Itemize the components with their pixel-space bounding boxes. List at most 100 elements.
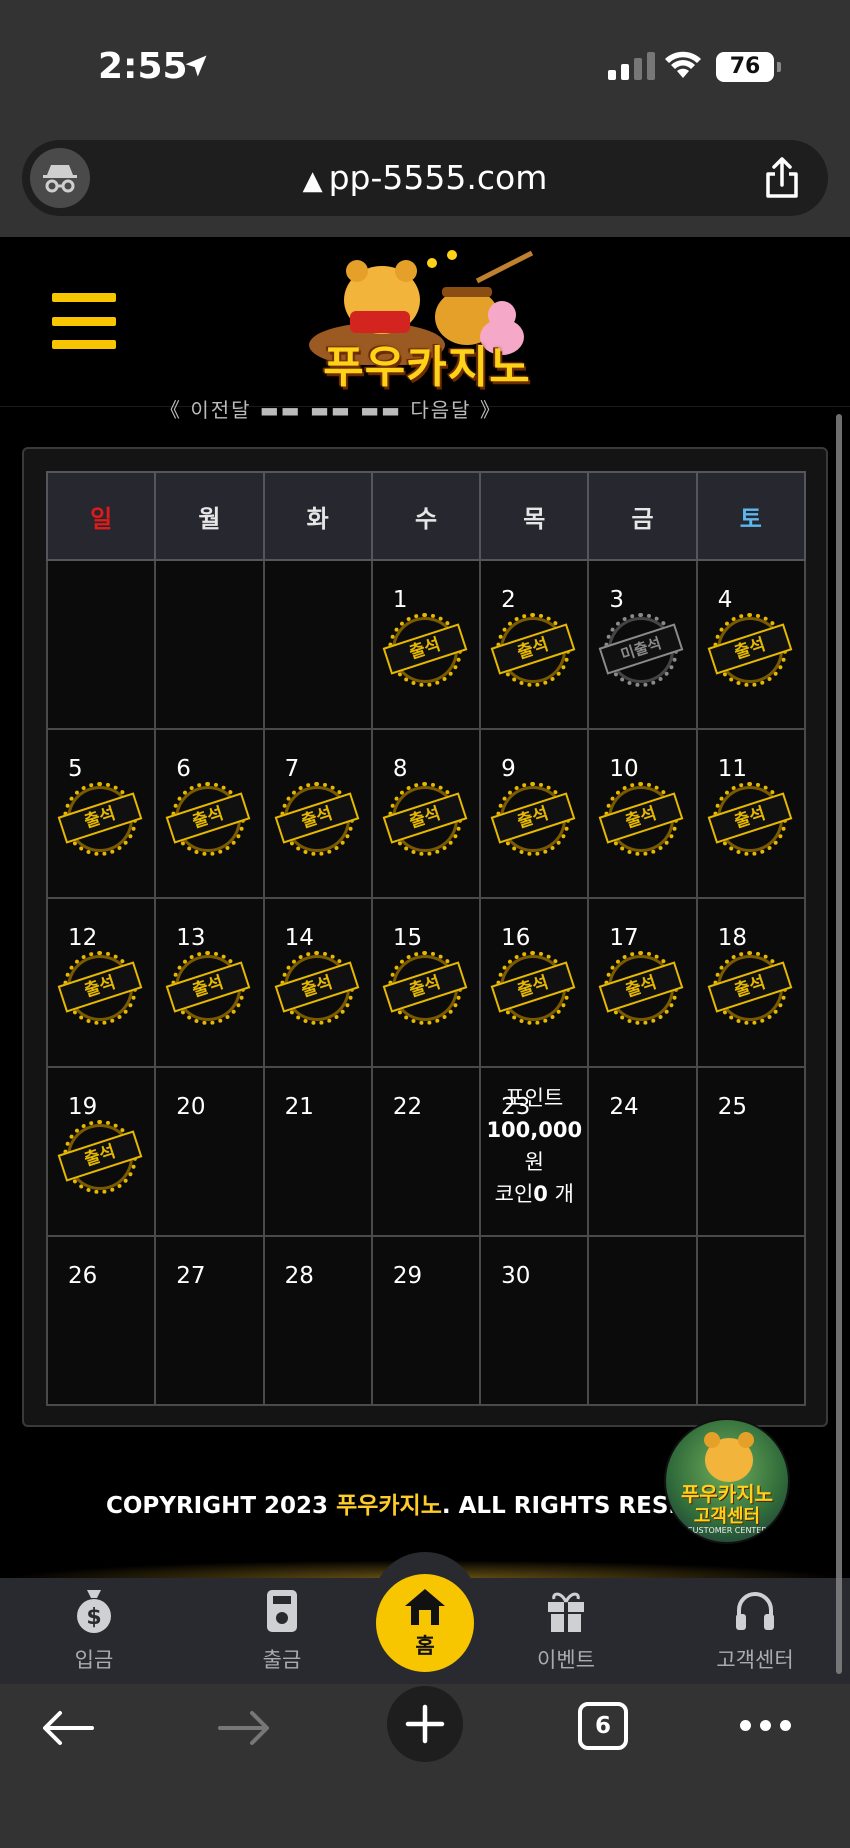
- calendar-empty-cell: [262, 559, 373, 730]
- day-number: 21: [284, 1094, 314, 1120]
- nav-support[interactable]: 고객센터: [695, 1588, 815, 1674]
- attended-stamp: 출석: [274, 782, 359, 856]
- day-number: 27: [176, 1263, 206, 1289]
- more-options-icon[interactable]: [740, 1720, 791, 1731]
- day-number: 22: [392, 1094, 423, 1120]
- nav-withdraw-label: 출금: [262, 1648, 302, 1672]
- atm-icon: [267, 1590, 297, 1632]
- calendar-day: 1 출석: [370, 559, 482, 730]
- absent-stamp: 미출석: [599, 613, 684, 687]
- calendar-day: 26: [45, 1235, 157, 1406]
- attended-stamp: 출석: [274, 951, 359, 1025]
- day-number: 1: [392, 587, 408, 613]
- home-icon: [405, 1589, 445, 1625]
- page-scrollbar[interactable]: [836, 414, 842, 1674]
- weekday-thu: 목: [479, 471, 590, 561]
- nav-deposit-label: 입금: [74, 1648, 114, 1672]
- day-number: 17: [609, 925, 639, 951]
- attended-stamp: 출석: [490, 782, 576, 856]
- tab-switcher-button[interactable]: 6: [578, 1702, 628, 1750]
- weekday-mon: 월: [154, 471, 265, 561]
- calendar-empty-cell: [587, 1235, 698, 1406]
- day-number: 30: [501, 1263, 531, 1289]
- copyright-suffix: . ALL RIGHTS RESE: [441, 1493, 685, 1519]
- month-navigation[interactable]: 《 이전달 ▬▬ ▬▬ ▬▬ 다음달 》: [160, 394, 502, 423]
- site-logo[interactable]: 푸우카지노: [302, 245, 552, 405]
- status-time: 2:55: [98, 46, 188, 87]
- plus-icon: [405, 1704, 445, 1744]
- attended-stamp: 출석: [707, 613, 793, 687]
- url-bar[interactable]: ▲ pp-5555.com: [22, 140, 828, 216]
- calendar-day: 11 출석: [695, 728, 807, 899]
- day-number: 9: [501, 756, 516, 782]
- day-number: 3: [609, 587, 625, 613]
- calendar-day: 22: [370, 1066, 482, 1237]
- nav-home-label: 홈: [415, 1634, 435, 1658]
- weekday-sun: 일: [45, 471, 157, 561]
- browser-toolbar: 6: [0, 1684, 850, 1848]
- calendar-day: 16 출석: [479, 897, 590, 1068]
- browser-address-area: ▲ pp-5555.com: [0, 130, 850, 237]
- back-arrow-icon[interactable]: [42, 1710, 94, 1746]
- attended-stamp: 출석: [57, 782, 143, 856]
- day-number: 11: [717, 756, 747, 782]
- new-tab-button[interactable]: [387, 1686, 463, 1762]
- calendar-week: 19 출석 20 21 22 23 포인트 100,000 원 코인0 개 24 …: [45, 1066, 807, 1237]
- attended-stamp: 출석: [490, 951, 576, 1025]
- status-bar: 2:55 76: [0, 0, 850, 130]
- day-number: 24: [609, 1094, 639, 1120]
- nav-deposit[interactable]: $ 입금: [34, 1588, 154, 1674]
- calendar-day: 29: [370, 1235, 482, 1406]
- attended-stamp: 출석: [382, 951, 468, 1025]
- svg-text:$: $: [86, 1605, 101, 1630]
- calendar-week: 5 출석 6 출석 7 출석 8 출석 9 출석 10 출석 11 출석: [45, 728, 807, 899]
- nav-withdraw[interactable]: 출금: [222, 1588, 342, 1674]
- forward-arrow-icon[interactable]: [218, 1710, 270, 1746]
- day-number: 2: [501, 587, 516, 613]
- wifi-icon: [665, 51, 701, 78]
- customer-center-floating-button[interactable]: 푸우카지노 고객센터 CUSTOMER CENTER: [664, 1418, 790, 1544]
- calendar-day: 8 출석: [370, 728, 482, 899]
- attended-stamp: 출석: [382, 782, 468, 856]
- calendar-day: 9 출석: [479, 728, 590, 899]
- calendar-day: 20: [154, 1066, 265, 1237]
- day-number: 13: [176, 925, 206, 951]
- money-bag-icon: $: [77, 1590, 111, 1633]
- calendar-week: 1 출석 2 출석 3 미출석 4 출석: [45, 559, 807, 730]
- calendar-day: 19 출석: [45, 1066, 157, 1237]
- hamburger-menu-button[interactable]: [52, 293, 116, 349]
- calendar-day: 21: [262, 1066, 373, 1237]
- url-display[interactable]: ▲ pp-5555.com: [22, 158, 828, 197]
- calendar-day: 30: [479, 1235, 590, 1406]
- calendar-day: 10 출석: [587, 728, 698, 899]
- copyright-prefix: COPYRIGHT 2023: [106, 1493, 337, 1519]
- calendar-empty-cell: [154, 559, 265, 730]
- cs-badge-subtitle: 고객센터: [693, 1506, 761, 1527]
- calendar-day: 13 출석: [154, 897, 265, 1068]
- share-icon[interactable]: [762, 156, 802, 200]
- calendar-day: 4 출석: [695, 559, 807, 730]
- day-number: 6: [176, 756, 191, 782]
- day-number: 14: [284, 925, 314, 951]
- calendar-day: 6 출석: [154, 728, 265, 899]
- attendance-calendar-panel: 일 월 화 수 목 금 토 1 출석 2 출석 3 미출석 4 출석 5 출석 6 출석: [22, 447, 828, 1427]
- day-number: 26: [68, 1263, 98, 1289]
- coin-label: 코인: [494, 1182, 534, 1206]
- calendar-day: 14 출석: [262, 897, 373, 1068]
- day-number: 8: [392, 756, 408, 782]
- day-number: 18: [717, 925, 747, 951]
- cellular-signal-icon: [608, 52, 655, 80]
- calendar-day: 15 출석: [370, 897, 482, 1068]
- calendar-day: 2 출석: [479, 559, 590, 730]
- calendar-empty-cell: [45, 559, 157, 730]
- headset-icon: [736, 1592, 774, 1630]
- copyright-text: COPYRIGHT 2023 푸우카지노. ALL RIGHTS RESE: [106, 1486, 684, 1520]
- calendar-day: 17 출석: [587, 897, 698, 1068]
- nav-event-label: 이벤트: [537, 1648, 595, 1672]
- points-summary: 포인트 100,000 원 코인0 개: [481, 1082, 587, 1210]
- day-number: 25: [717, 1094, 747, 1120]
- logo-text: 푸우카지노: [323, 342, 531, 393]
- nav-event[interactable]: 이벤트: [506, 1588, 626, 1674]
- day-number: 28: [284, 1263, 314, 1289]
- nav-home[interactable]: 홈: [376, 1574, 474, 1672]
